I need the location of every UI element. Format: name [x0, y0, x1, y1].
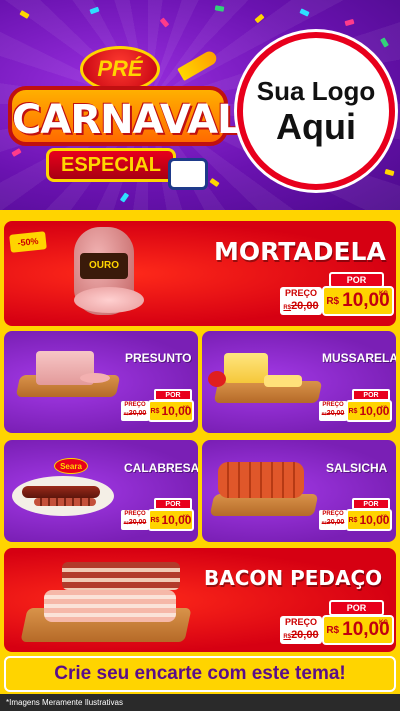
product-name: PRESUNTO: [125, 351, 192, 365]
mortadela-label: OURO: [80, 253, 128, 279]
calabresa-slices: [34, 498, 96, 506]
new-price-tag: R$ 10,00 KG: [346, 400, 392, 422]
old-price-tag: PREÇO R$20,00: [121, 401, 149, 421]
product-name: MORTADELA: [214, 237, 386, 266]
product-card-calabresa[interactable]: Seara CALABRESA POR PREÇO R$20,00 R$ 10,…: [4, 440, 198, 542]
new-price-tag: R$ 10,00 KG: [148, 400, 194, 422]
product-name: SALSICHA: [326, 461, 388, 475]
product-name: CALABRESA: [124, 461, 198, 475]
seara-logo: Seara: [54, 458, 88, 474]
old-price-tag: PREÇO R$20,00: [280, 616, 322, 644]
drum-icon: [168, 158, 208, 190]
title-subtitle: ESPECIAL: [46, 148, 176, 182]
old-price-tag: PREÇO R$20,00: [319, 510, 347, 530]
mussarela-slices: [264, 375, 302, 387]
new-price-tag: R$ 10,00 KG: [322, 286, 394, 316]
product-name: MUSSARELA: [322, 351, 396, 365]
product-card-mussarela[interactable]: MUSSARELA POR PREÇO R$20,00 R$ 10,00 KG: [202, 331, 396, 433]
calabresa-image: [22, 486, 100, 498]
salsicha-image: [218, 462, 304, 498]
new-price-tag: R$ 10,00 KG: [346, 509, 392, 531]
discount-badge: -50%: [9, 231, 47, 253]
old-price-tag: PREÇO R$20,00: [319, 401, 347, 421]
product-name: BACON PEDAÇO: [204, 566, 383, 590]
disclaimer-note: *Imagens Meramente Ilustrativas: [0, 694, 400, 711]
new-price-tag: R$ 10,00 KG: [322, 615, 394, 645]
carnival-title: PRÉ CARNAVAL ESPECIAL: [8, 28, 243, 190]
product-card-presunto[interactable]: PRESUNTO POR PREÇO R$20,00 R$ 10,00 KG: [4, 331, 198, 433]
new-price-tag: R$ 10,00 KG: [148, 509, 194, 531]
logo-placeholder[interactable]: Sua Logo Aqui: [237, 32, 395, 190]
trumpet-icon: [177, 48, 219, 82]
bacon-image: [62, 562, 180, 590]
old-price: R$20,00: [283, 300, 319, 312]
presunto-slices: [80, 373, 110, 383]
header-banner: PRÉ CARNAVAL ESPECIAL Sua Logo Aqui: [0, 0, 400, 215]
product-card-salsicha[interactable]: SALSICHA POR PREÇO R$20,00 R$ 10,00 KG: [202, 440, 396, 542]
tomato-image: [208, 371, 226, 387]
cta-banner[interactable]: Crie seu encarte com este tema!: [4, 656, 396, 692]
product-card-bacon[interactable]: BACON PEDAÇO POR PREÇO R$20,00 R$ 10,00 …: [4, 548, 396, 652]
title-main: CARNAVAL: [8, 86, 243, 146]
mussarela-image: [224, 353, 268, 383]
por-label: POR: [329, 600, 384, 616]
logo-text-line2: Aqui: [276, 106, 356, 147]
old-price-tag: PREÇO R$20,00: [280, 287, 322, 315]
mortadela-slices: [74, 287, 144, 313]
product-card-mortadela[interactable]: OURO MORTADELA POR PREÇO R$20,00 R$ 10,0…: [4, 221, 396, 326]
logo-text-line1: Sua Logo: [256, 76, 376, 106]
preco-label: PREÇO: [284, 288, 317, 298]
old-price-tag: PREÇO R$20,00: [121, 510, 149, 530]
bacon-slices: [44, 590, 176, 622]
